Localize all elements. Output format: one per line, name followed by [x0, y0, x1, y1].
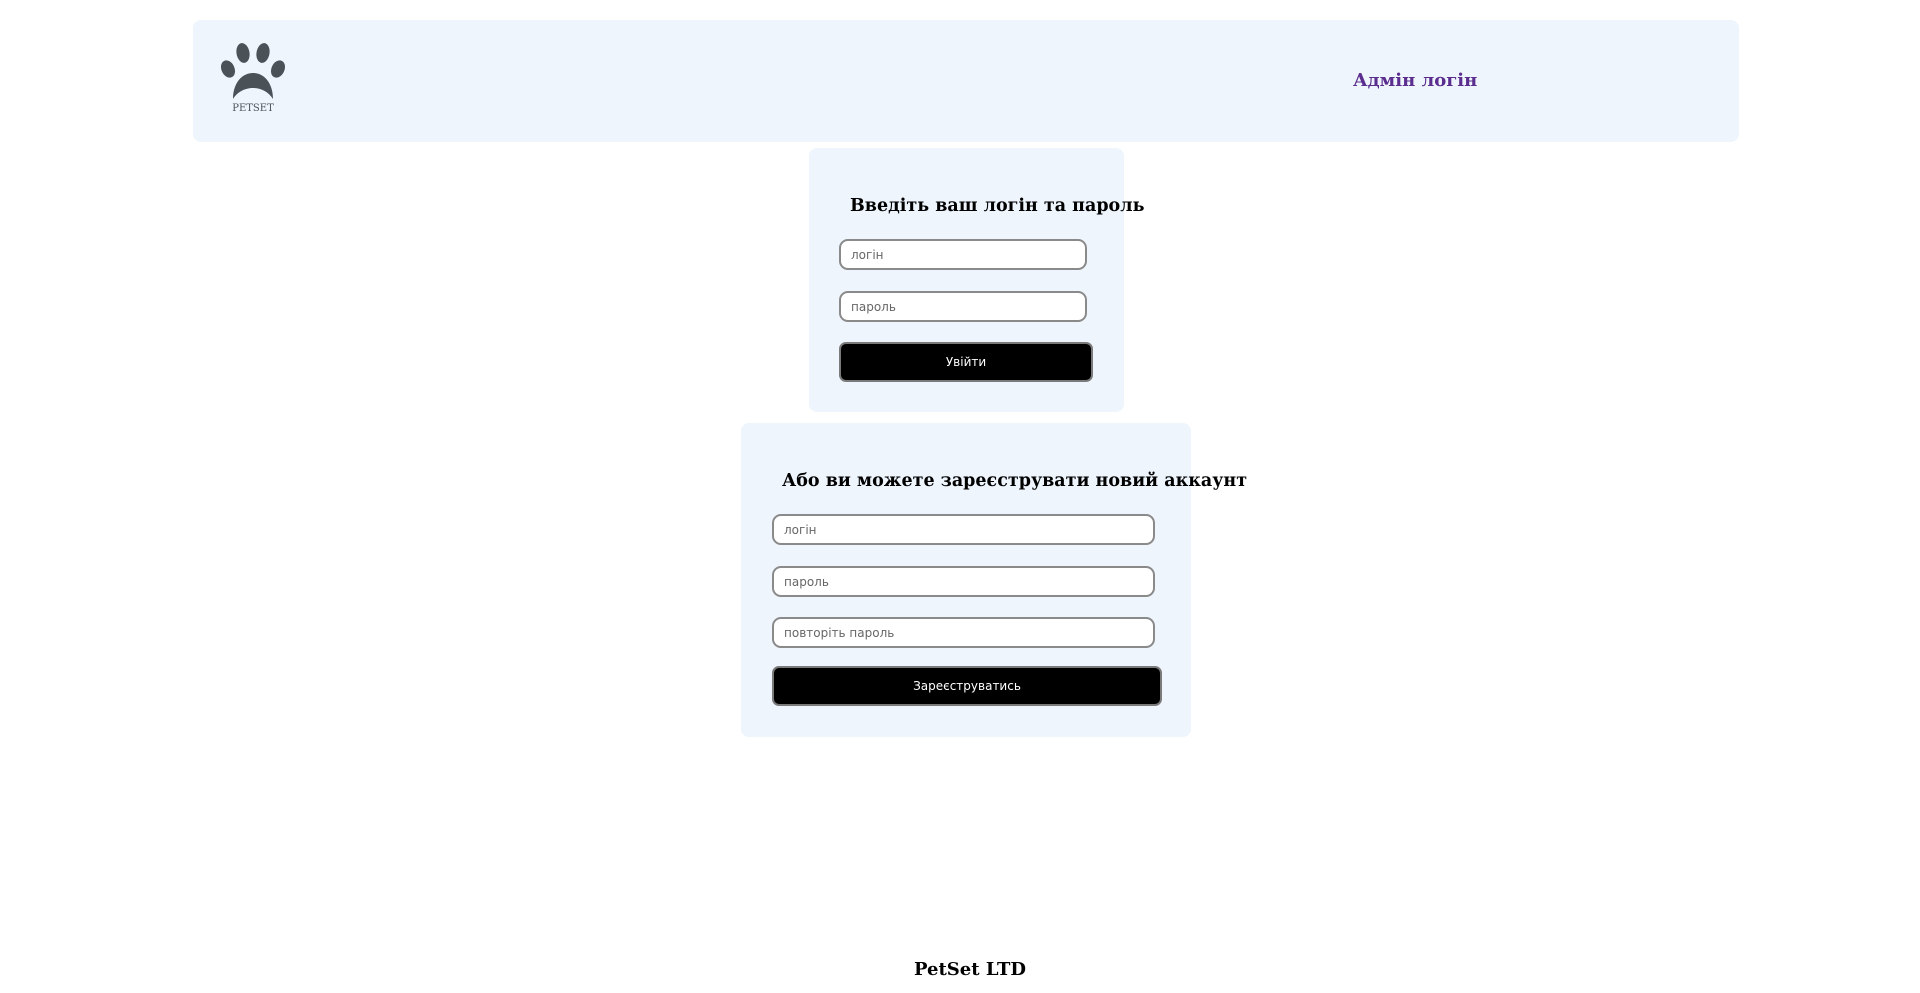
footer-text: PetSet LTD [913, 959, 1027, 980]
site-header: PETSET Адмін логін [193, 20, 1739, 142]
logo-text: PETSET [232, 103, 274, 114]
admin-login-link[interactable]: Адмін логін [1353, 70, 1477, 91]
register-repeat-password-input[interactable] [772, 617, 1155, 648]
register-password-input[interactable] [772, 566, 1155, 597]
login-username-input[interactable] [839, 239, 1087, 270]
register-username-input[interactable] [772, 514, 1155, 545]
login-password-input[interactable] [839, 291, 1087, 322]
login-form: Введіть ваш логін та пароль Увійти [809, 148, 1144, 412]
login-form-title: Введіть ваш логін та пароль [850, 196, 1145, 216]
logo[interactable]: PETSET [220, 41, 286, 117]
paw-icon [220, 43, 286, 99]
register-form-title: Або ви можете зареєструвати новий аккаун… [782, 471, 1248, 491]
register-submit-button[interactable]: Зареєструватись [772, 666, 1162, 706]
register-form: Або ви можете зареєструвати новий аккаун… [741, 423, 1247, 737]
login-submit-button[interactable]: Увійти [839, 342, 1093, 382]
